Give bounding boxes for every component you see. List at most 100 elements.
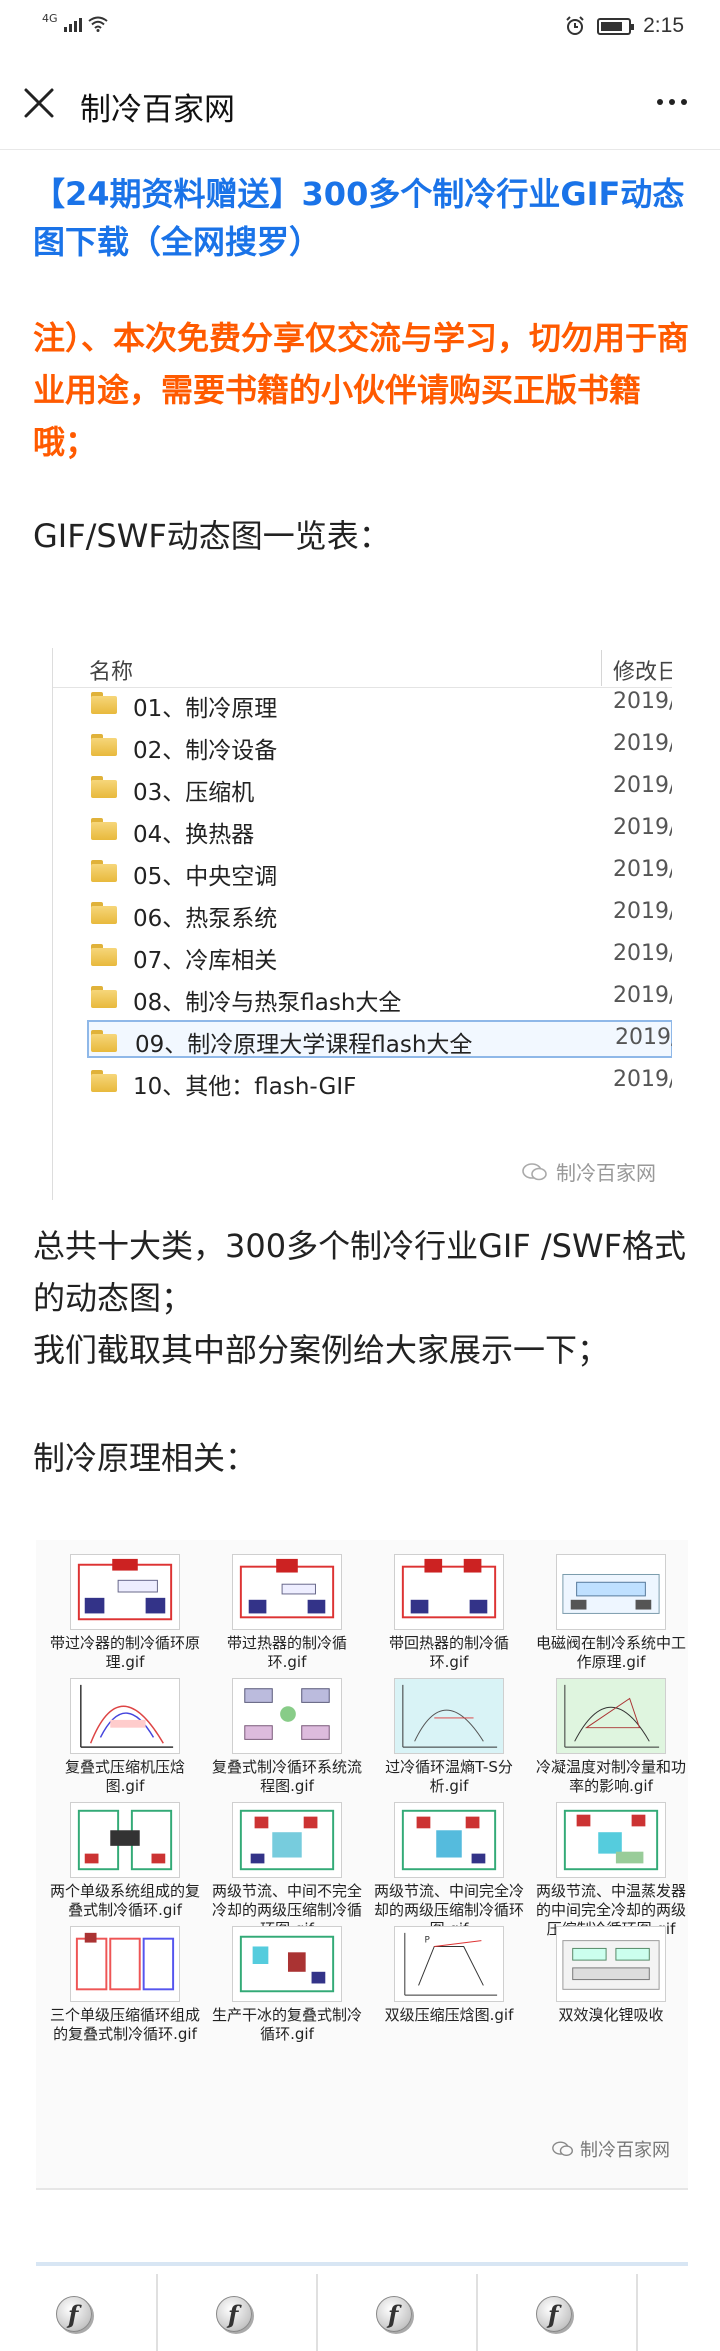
status-bar: 4G 2:15 (0, 0, 720, 56)
gif-thumbnail (556, 1926, 666, 2002)
flash-file-strip: f f f f (36, 2262, 688, 2351)
folder-row[interactable]: 08、制冷与热泵flash大全 2019/ (53, 978, 672, 1016)
category-heading: 制冷原理相关： (33, 1439, 258, 1477)
explorer-header: 名称 修改日 (53, 648, 672, 688)
folder-name: 04、换热器 (133, 822, 255, 848)
gif-thumbnail: P (394, 1926, 504, 2002)
folder-icon (91, 986, 117, 1008)
gif-list-heading: GIF/SWF动态图一览表： (33, 517, 391, 555)
folder-date: 2019/ (615, 1025, 672, 1050)
folder-name: 05、中央空调 (133, 864, 278, 890)
gif-file-label: 带过热器的制冷循环.gif (226, 1634, 347, 1671)
folder-row[interactable]: 01、制冷原理 2019/ (53, 684, 672, 722)
more-dot-icon (657, 99, 663, 105)
gif-thumbnail (394, 1554, 504, 1630)
gif-thumbnail (232, 1802, 342, 1878)
folder-date: 2019/ (613, 899, 672, 924)
gif-file-item[interactable]: 带过热器的制冷循环.gif (212, 1554, 362, 1672)
column-date-header: 修改日 (613, 660, 672, 685)
folder-row[interactable]: 06、热泵系统 2019/ (53, 894, 672, 932)
gif-file-item[interactable]: 复叠式压缩机压焓图.gif (50, 1678, 200, 1796)
gif-file-item[interactable]: 两个单级系统组成的复叠式制冷循环.gif (50, 1802, 200, 1920)
folder-date: 2019/ (613, 815, 672, 840)
folder-date: 2019/ (613, 983, 672, 1008)
gif-file-item[interactable]: 冷凝温度对制冷量和功率的影响.gif (536, 1678, 686, 1796)
network-type: 4G (42, 11, 58, 25)
gif-file-label: 双效溴化锂吸收 (558, 2006, 664, 2024)
gif-file-label: 两个单级系统组成的复叠式制冷循环.gif (50, 1882, 201, 1919)
gif-thumbnail (70, 1926, 180, 2002)
folder-date: 2019/ (613, 731, 672, 756)
folder-date: 2019/ (613, 689, 672, 714)
folder-row[interactable]: 05、中央空调 2019/ (53, 852, 672, 890)
gif-thumbnail (70, 1554, 180, 1630)
gif-file-item[interactable]: 两级节流、中间不完全冷却的两级压缩制冷循环图.gif (212, 1802, 362, 1939)
watermark-text: 制冷百家网 (556, 1161, 656, 1185)
svg-text:P: P (424, 1936, 429, 1946)
folder-row[interactable]: 09、制冷原理大学课程flash大全 2019/ (87, 1020, 672, 1058)
flash-file-icon: f (216, 2296, 252, 2332)
flash-file-icon: f (536, 2296, 572, 2332)
article-notice: 注）、本次免费分享仅交流与学习，切勿用于商业用途，需要书籍的小伙伴请购买正版书籍… (33, 319, 690, 461)
folder-date: 2019/ (613, 941, 672, 966)
nav-bar: 制冷百家网 (0, 56, 720, 150)
more-button[interactable] (650, 84, 694, 120)
gif-file-item[interactable]: 电磁阀在制冷系统中工作原理.gif (536, 1554, 686, 1672)
gif-file-label: 三个单级压缩循环组成的复叠式制冷循环.gif (50, 2006, 201, 2043)
column-divider (601, 650, 602, 686)
gif-thumbnail (232, 1678, 342, 1754)
gif-file-item[interactable]: 带过冷器的制冷循环原理.gif (50, 1554, 200, 1672)
gif-file-label: 生产干冰的复叠式制冷循环.gif (212, 2006, 363, 2043)
folder-icon (91, 734, 117, 756)
gif-thumbnail (70, 1802, 180, 1878)
gif-thumbnail-grid: 带过冷器的制冷循环原理.gif 带过热器的制冷循环.gif 带回热器的制冷循环.gi… (36, 1540, 688, 2190)
gif-file-item[interactable]: 两级节流、中温蒸发器的中间完全冷却的两级压缩制冷循环图.gif (536, 1802, 686, 1939)
gif-thumbnail (232, 1554, 342, 1630)
gif-file-label: 过冷循环温熵T-S分析.gif (385, 1758, 513, 1795)
wifi-icon (87, 16, 108, 32)
folder-icon (91, 860, 117, 882)
folder-name: 03、压缩机 (133, 780, 255, 806)
clock: 2:15 (643, 14, 684, 37)
status-right: 2:15 (565, 14, 684, 38)
strip-divider (476, 2274, 478, 2351)
gif-thumbnail (70, 1678, 180, 1754)
folder-icon (91, 1030, 117, 1052)
gif-file-item[interactable]: P 双级压缩压焓图.gif (374, 1926, 524, 2025)
strip-divider (316, 2274, 318, 2351)
gif-file-item[interactable]: 两级节流、中间完全冷却的两级压缩制冷循环图.gif (374, 1802, 524, 1939)
folder-row[interactable]: 03、压缩机 2019/ (53, 768, 672, 806)
gif-file-label: 带过冷器的制冷循环原理.gif (50, 1634, 201, 1671)
network-indicator: 4G (42, 12, 108, 32)
gif-file-item[interactable]: 双效溴化锂吸收 (536, 1926, 686, 2025)
folder-row[interactable]: 07、冷库相关 2019/ (53, 936, 672, 974)
gif-file-label: 双级压缩压焓图.gif (384, 2006, 514, 2024)
more-dot-icon (681, 99, 687, 105)
chat-logo-icon (522, 1162, 547, 1180)
summary-line-1: 总共十大类，300多个制冷行业GIF /SWF格式的动态图； (33, 1227, 687, 1317)
gif-file-item[interactable]: 三个单级压缩循环组成的复叠式制冷循环.gif (50, 1926, 200, 2044)
folder-name: 08、制冷与热泵flash大全 (133, 990, 402, 1016)
folder-name: 06、热泵系统 (133, 906, 278, 932)
gif-file-item[interactable]: 过冷循环温熵T-S分析.gif (374, 1678, 524, 1796)
article-body: 【24期资料赠送】300多个制冷行业GIF动态图下载（全网搜罗） 注）、本次免费… (33, 150, 689, 562)
gif-file-label: 电磁阀在制冷系统中工作原理.gif (536, 1634, 687, 1671)
gif-file-item[interactable]: 带回热器的制冷循环.gif (374, 1554, 524, 1672)
folder-icon (91, 1070, 117, 1092)
gif-file-label: 复叠式压缩机压焓图.gif (64, 1758, 185, 1795)
chat-logo-icon (552, 2141, 573, 2157)
folder-row[interactable]: 02、制冷设备 2019/ (53, 726, 672, 764)
folder-row[interactable]: 10、其他：flash-GIF 2019/ (53, 1062, 672, 1100)
gif-file-item[interactable]: 生产干冰的复叠式制冷循环.gif (212, 1926, 362, 2044)
gif-thumbnail (394, 1678, 504, 1754)
folder-name: 02、制冷设备 (133, 738, 278, 764)
gif-thumbnail (556, 1802, 666, 1878)
folder-list-image: 名称 修改日 01、制冷原理 2019/02、制冷设备 2019/03、压缩机 201… (52, 648, 672, 1200)
summary-block: 总共十大类，300多个制冷行业GIF /SWF格式的动态图； 我们截取其中部分案… (33, 1220, 693, 1376)
gif-file-label: 复叠式制冷循环系统流程图.gif (212, 1758, 363, 1795)
signal-icon (63, 16, 82, 32)
close-button[interactable] (22, 86, 56, 120)
gif-file-item[interactable]: 复叠式制冷循环系统流程图.gif (212, 1678, 362, 1796)
flash-file-icon: f (56, 2296, 92, 2332)
folder-row[interactable]: 04、换热器 2019/ (53, 810, 672, 848)
